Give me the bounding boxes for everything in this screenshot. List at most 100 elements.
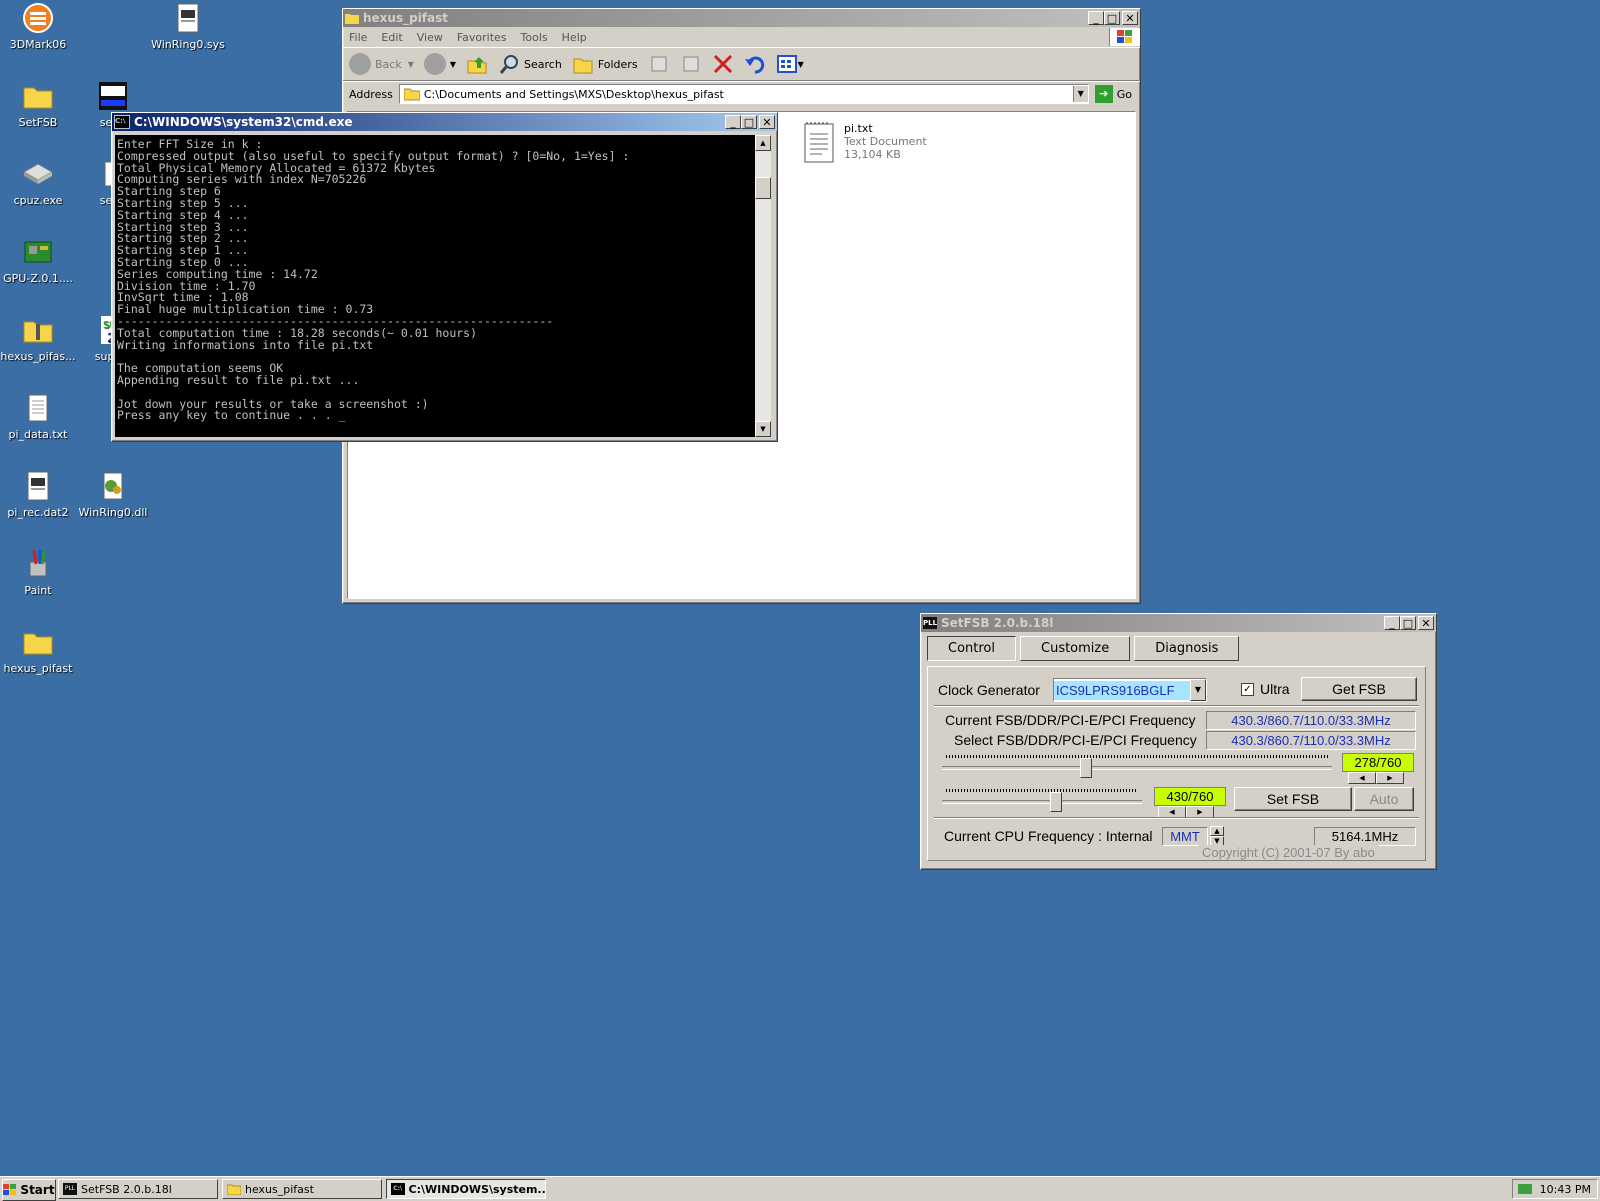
left-arrow-icon[interactable]: ◀ bbox=[1348, 772, 1376, 784]
clock-generator-select[interactable]: ICS9LPRS916BGLF ▼ bbox=[1053, 678, 1207, 702]
cpu-frequency-label: Current CPU Frequency : Internal bbox=[944, 828, 1153, 844]
move-to-icon bbox=[651, 56, 667, 72]
delete-button[interactable] bbox=[712, 53, 734, 75]
tab-customize[interactable]: Customize bbox=[1020, 636, 1131, 661]
move-to-button[interactable] bbox=[648, 53, 670, 75]
desktop-icon-hexus-pifast-folder[interactable]: hexus_pifast bbox=[0, 626, 76, 675]
get-fsb-button[interactable]: Get FSB bbox=[1301, 677, 1417, 701]
forward-button[interactable]: ▼ bbox=[423, 53, 456, 75]
text-document-icon bbox=[804, 122, 834, 163]
maximize-button[interactable]: □ bbox=[1104, 11, 1120, 25]
scroll-down-button[interactable]: ▼ bbox=[755, 421, 771, 437]
minimize-button[interactable]: _ bbox=[725, 115, 741, 129]
taskbar-item-cmd[interactable]: C:\ C:\WINDOWS\system... bbox=[386, 1179, 546, 1199]
system-file-icon bbox=[172, 2, 204, 34]
desktop-icon-winring0-sys[interactable]: WinRing0.sys bbox=[150, 2, 226, 51]
folder-icon bbox=[22, 80, 54, 112]
cmd-icon: C:\ bbox=[114, 115, 130, 129]
cpu-mode-select[interactable]: MMT bbox=[1162, 827, 1208, 846]
select-frequency-label: Select FSB/DDR/PCI-E/PCI Frequency bbox=[954, 732, 1197, 748]
tab-control[interactable]: Control bbox=[927, 636, 1016, 661]
folders-button[interactable]: Folders bbox=[572, 53, 638, 75]
explorer-titlebar[interactable]: hexus_pifast _ □ ✕ bbox=[343, 9, 1140, 27]
minimize-button[interactable]: _ bbox=[1384, 616, 1400, 630]
back-button[interactable]: Back ▼ bbox=[349, 53, 414, 75]
up-arrow-icon[interactable]: ▲ bbox=[1210, 826, 1224, 836]
auto-button[interactable]: Auto bbox=[1354, 787, 1414, 811]
file-item-pi-txt[interactable]: pi.txt Text Document 13,104 KB bbox=[802, 120, 927, 166]
scroll-up-button[interactable]: ▲ bbox=[755, 135, 771, 151]
right-arrow-icon[interactable]: ▶ bbox=[1376, 772, 1404, 784]
desktop-icon-3dmark06[interactable]: 3DMark06 bbox=[0, 2, 76, 51]
slider1-stepper[interactable]: ◀ ▶ bbox=[1348, 772, 1404, 784]
file-type: Text Document bbox=[844, 135, 927, 148]
up-folder-button[interactable] bbox=[466, 53, 488, 75]
taskbar-item-hexus-pifast[interactable]: hexus_pifast bbox=[222, 1179, 382, 1199]
go-button[interactable]: ➔ Go bbox=[1094, 85, 1132, 103]
copyright-text: Copyright (C) 2001-07 By abo bbox=[1198, 845, 1379, 860]
pll-icon: PLL bbox=[923, 617, 938, 629]
go-arrow-icon: ➔ bbox=[1094, 85, 1113, 103]
cpu-frequency-value: 5164.1MHz bbox=[1314, 827, 1416, 846]
desktop-icon-hexus-pifast-zip[interactable]: hexus_pifas... bbox=[0, 314, 76, 363]
desktop-icon-gpuz[interactable]: GPU-Z.0.1.... bbox=[0, 236, 76, 285]
desktop-icon-winring0-dll[interactable]: WinRing0.dll bbox=[75, 470, 151, 519]
desktop-icon-cpuz[interactable]: cpuz.exe bbox=[0, 158, 76, 207]
desktop-icon-pi-data-txt[interactable]: pi_data.txt bbox=[0, 392, 76, 441]
taskbar-item-setfsb[interactable]: PLL SetFSB 2.0.b.18l bbox=[58, 1179, 218, 1199]
copy-to-icon bbox=[683, 56, 699, 72]
clock[interactable]: 10:43 PM bbox=[1540, 1183, 1591, 1196]
undo-button[interactable] bbox=[744, 53, 766, 75]
clock-generator-label: Clock Generator bbox=[938, 682, 1040, 698]
menu-edit[interactable]: Edit bbox=[381, 31, 402, 44]
slider2-thumb[interactable] bbox=[1050, 792, 1063, 812]
cpu-mode-stepper[interactable]: ▲ ▼ bbox=[1210, 826, 1224, 846]
explorer-title: hexus_pifast bbox=[363, 11, 449, 25]
windows-logo-icon bbox=[1109, 28, 1140, 46]
menu-help[interactable]: Help bbox=[562, 31, 587, 44]
menu-tools[interactable]: Tools bbox=[521, 31, 548, 44]
close-button[interactable]: ✕ bbox=[759, 115, 775, 129]
slider1-thumb[interactable] bbox=[1079, 758, 1092, 778]
cmd-titlebar[interactable]: C:\ C:\WINDOWS\system32\cmd.exe _ □ ✕ bbox=[112, 113, 777, 131]
desktop-icon-setfsb-folder[interactable]: SetFSB bbox=[0, 80, 76, 129]
close-button[interactable]: ✕ bbox=[1418, 616, 1434, 630]
chevron-down-icon: ▼ bbox=[797, 59, 804, 69]
control-panel: Clock Generator ICS9LPRS916BGLF ▼ ✓ Ultr… bbox=[927, 666, 1426, 861]
ultra-checkbox[interactable]: ✓ Ultra bbox=[1241, 681, 1290, 697]
menu-file[interactable]: File bbox=[349, 31, 367, 44]
cmd-console-output[interactable]: Enter FFT Size in k : Compressed output (… bbox=[115, 135, 755, 437]
copy-to-button[interactable] bbox=[680, 53, 702, 75]
console-line: Press any key to continue . . . _ bbox=[117, 408, 346, 423]
search-button[interactable]: Search bbox=[498, 53, 562, 75]
cmd-vertical-scrollbar[interactable]: ▲ ▼ bbox=[755, 135, 771, 437]
views-button[interactable]: ▼ bbox=[776, 53, 804, 75]
delete-x-icon bbox=[713, 54, 732, 74]
setfsb-tabs: Control Customize Diagnosis bbox=[921, 632, 1436, 661]
network-icon[interactable] bbox=[1517, 1184, 1532, 1194]
console-line: Writing informations into file pi.txt bbox=[117, 337, 374, 352]
paint-icon bbox=[22, 548, 54, 580]
set-fsb-button[interactable]: Set FSB bbox=[1234, 787, 1352, 811]
minimize-button[interactable]: _ bbox=[1088, 11, 1104, 25]
chevron-down-icon: ▼ bbox=[1190, 679, 1206, 701]
setfsb-titlebar[interactable]: PLL SetFSB 2.0.b.18l _ □ ✕ bbox=[921, 614, 1436, 632]
desktop-icon-paint[interactable]: Paint bbox=[0, 548, 76, 597]
scroll-thumb[interactable] bbox=[755, 177, 771, 199]
maximize-button[interactable]: □ bbox=[741, 115, 757, 129]
start-button[interactable]: Start bbox=[2, 1179, 56, 1201]
desktop-icon-pi-rec-dat2[interactable]: pi_rec.dat2 bbox=[0, 470, 76, 519]
setfsb-window: PLL SetFSB 2.0.b.18l _ □ ✕ Control Custo… bbox=[920, 613, 1437, 870]
cmd-title: C:\WINDOWS\system32\cmd.exe bbox=[134, 115, 353, 129]
cmd-window: C:\ C:\WINDOWS\system32\cmd.exe _ □ ✕ En… bbox=[111, 112, 778, 442]
address-input[interactable]: C:\Documents and Settings\MXS\Desktop\he… bbox=[398, 84, 1089, 104]
close-button[interactable]: ✕ bbox=[1122, 11, 1138, 25]
tab-diagnosis[interactable]: Diagnosis bbox=[1134, 636, 1240, 661]
file-name: pi.txt bbox=[844, 122, 873, 135]
maximize-button[interactable]: □ bbox=[1400, 616, 1416, 630]
gpuz-icon bbox=[22, 236, 54, 268]
menu-favorites[interactable]: Favorites bbox=[457, 31, 507, 44]
up-folder-icon bbox=[467, 57, 487, 74]
menu-view[interactable]: View bbox=[417, 31, 443, 44]
address-dropdown-button[interactable]: ▼ bbox=[1072, 86, 1088, 102]
